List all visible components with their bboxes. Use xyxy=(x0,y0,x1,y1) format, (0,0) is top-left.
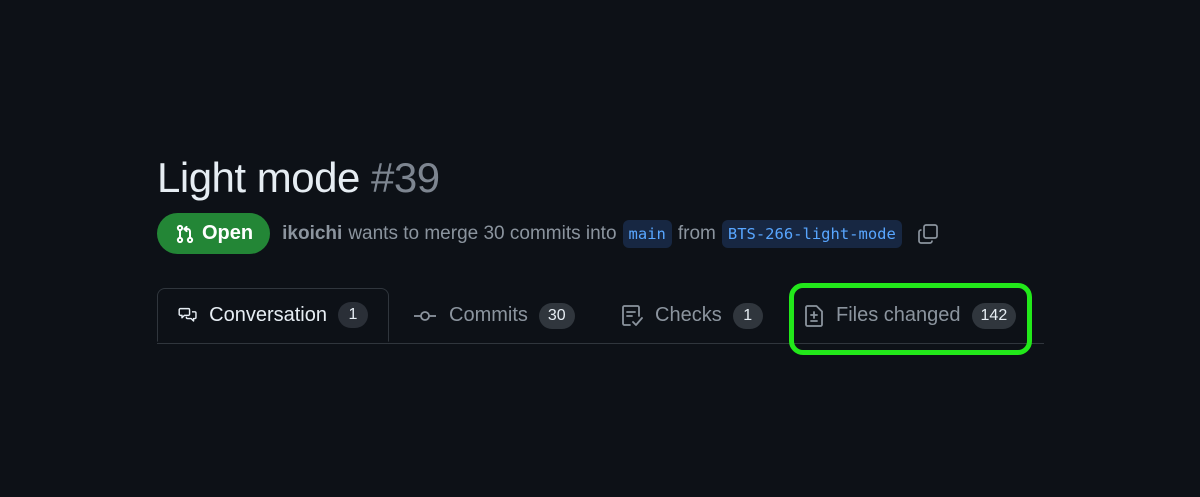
head-branch[interactable]: BTS-266-light-mode xyxy=(721,219,902,248)
pr-tabs: Conversation 1 Commits 30 Checks 1 Files… xyxy=(157,288,1044,344)
git-commit-icon xyxy=(414,310,436,321)
tab-files-changed[interactable]: Files changed 142 xyxy=(804,288,1017,343)
pr-number: #39 xyxy=(370,154,440,201)
merge-description: wants to merge 30 commits into xyxy=(348,222,617,244)
copy-branch-button[interactable] xyxy=(916,222,940,246)
tab-counter: 30 xyxy=(538,302,575,329)
checklist-icon xyxy=(622,304,643,326)
pull-request-header: Light mode #39 Open ikoichi wants to mer… xyxy=(0,0,1200,497)
pr-title: Light mode xyxy=(157,154,360,201)
tab-commits[interactable]: Commits 30 xyxy=(413,288,575,343)
base-branch[interactable]: main xyxy=(622,219,672,248)
from-text: from xyxy=(677,222,716,244)
status-badge: Open xyxy=(157,213,271,254)
page-title: Light mode #39 xyxy=(157,150,440,206)
tab-counter: 142 xyxy=(971,302,1017,329)
tab-label: Files changed xyxy=(836,304,961,326)
tab-checks[interactable]: Checks 1 xyxy=(621,288,763,343)
git-pull-request-icon xyxy=(176,224,194,243)
comment-discussion-icon xyxy=(178,307,197,322)
tab-conversation[interactable]: Conversation 1 xyxy=(157,288,389,342)
tab-counter: 1 xyxy=(338,302,368,328)
copy-icon xyxy=(917,223,938,244)
author-link[interactable]: ikoichi xyxy=(282,223,342,245)
tab-label: Conversation xyxy=(209,303,327,326)
tab-label: Commits xyxy=(449,304,528,326)
pr-meta-line: Open ikoichi wants to merge 30 commits i… xyxy=(157,213,940,254)
status-label: Open xyxy=(202,222,254,244)
file-diff-icon xyxy=(805,304,823,327)
tab-label: Checks xyxy=(655,304,722,326)
tab-counter: 1 xyxy=(732,302,763,329)
